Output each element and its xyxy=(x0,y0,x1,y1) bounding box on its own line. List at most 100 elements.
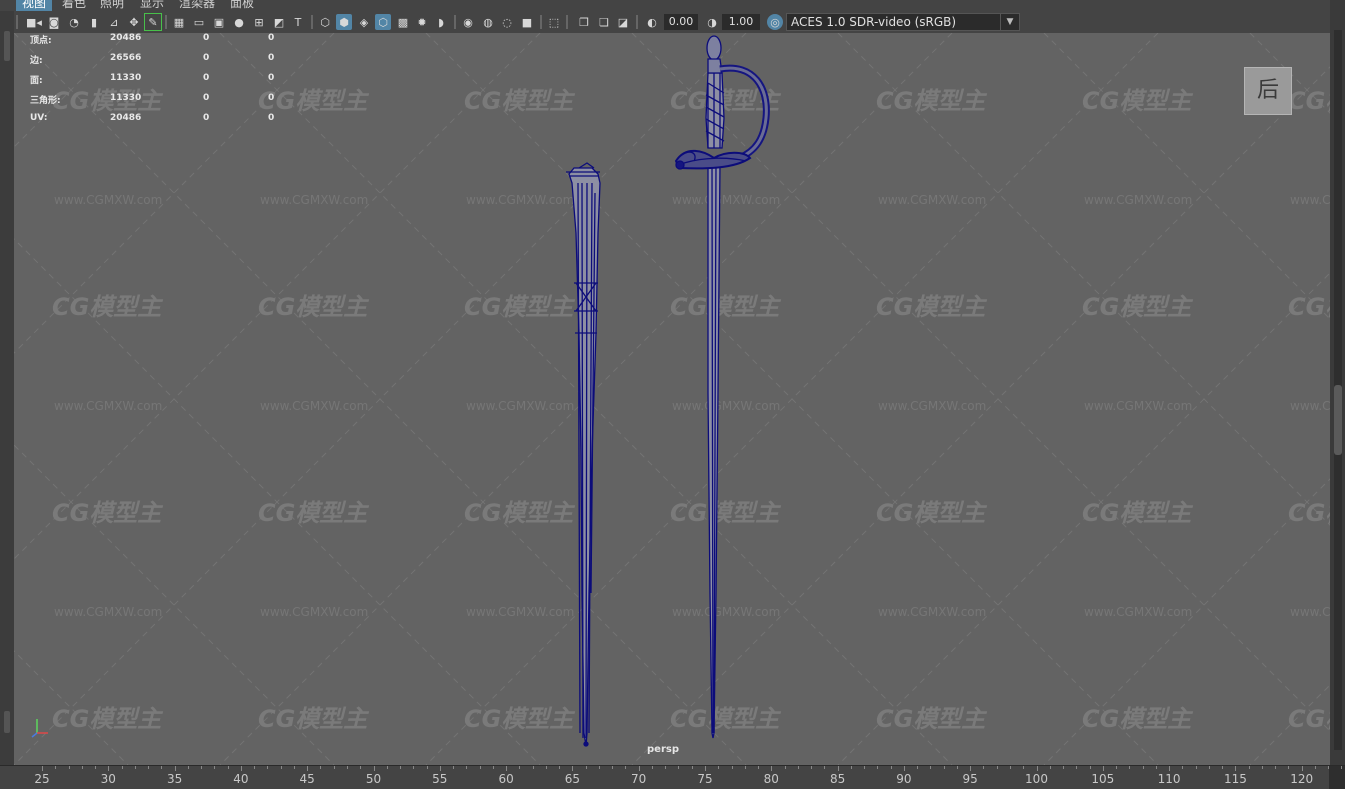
isolate-select-icon[interactable]: ⬚ xyxy=(546,14,562,30)
timeline-tick xyxy=(492,766,494,769)
timeline-frame-label: 25 xyxy=(34,772,50,786)
timeline-tick xyxy=(214,766,216,769)
timeline-tick xyxy=(943,766,945,769)
exposure-field[interactable] xyxy=(664,14,698,30)
timeline-tick xyxy=(797,766,799,769)
timeline-tick xyxy=(174,766,176,771)
timeline-frame-label: 40 xyxy=(233,772,249,786)
menu-view[interactable]: 视图 xyxy=(16,0,53,11)
scrollbar-handle[interactable] xyxy=(1334,385,1342,455)
exposure-icon[interactable]: ◐ xyxy=(644,14,660,30)
motion-blur-icon[interactable]: ◍ xyxy=(480,14,496,30)
textured-icon[interactable]: ▩ xyxy=(395,14,411,30)
grease-pencil-icon[interactable]: ✎ xyxy=(144,13,162,31)
chevron-down-icon[interactable]: ▼ xyxy=(1000,14,1019,30)
hud-label: 顶点: xyxy=(30,36,52,46)
timeline-tick xyxy=(439,766,441,771)
hud-components: 0 xyxy=(268,93,275,103)
menu-shading[interactable]: 着色 xyxy=(56,0,92,11)
select-camera-icon[interactable]: ■◂ xyxy=(26,14,42,30)
timeline-frame-label: 90 xyxy=(896,772,912,786)
timeline-tick xyxy=(1301,766,1303,771)
timeline-frame-label: 75 xyxy=(697,772,713,786)
timeline-tick xyxy=(877,766,879,769)
timeline-tick xyxy=(890,766,892,769)
screen-space-ao-icon[interactable]: ◉ xyxy=(460,14,476,30)
2d-pan-zoom-icon[interactable]: ✥ xyxy=(126,14,142,30)
default-material-icon[interactable]: ◈ xyxy=(356,14,372,30)
gamma-field[interactable] xyxy=(722,14,760,30)
hud-total: 26566 xyxy=(110,53,142,63)
timeline-tick xyxy=(532,766,534,769)
perspective-viewport[interactable]: CG模型主CG模型主CG模型主CG模型主CG模型主CG模型主CG模型主CG模型主… xyxy=(14,33,1330,765)
wireframe-on-shaded-icon[interactable]: ⬡ xyxy=(375,14,391,30)
safe-title-icon[interactable]: T xyxy=(290,14,306,30)
timeline-frame-label: 85 xyxy=(829,772,846,786)
menu-lighting[interactable]: 照明 xyxy=(94,0,130,11)
menu-show[interactable]: 显示 xyxy=(134,0,170,11)
timeline-tick xyxy=(426,766,428,769)
timeline-tick xyxy=(1261,766,1263,769)
lights-icon[interactable]: ✹ xyxy=(414,14,430,30)
menu-panels[interactable]: 面板 xyxy=(224,0,260,11)
timeline-tick xyxy=(718,766,720,769)
smooth-shade-icon[interactable]: ⬢ xyxy=(336,14,352,30)
panel-handle[interactable] xyxy=(4,711,10,733)
toolbar-separator xyxy=(311,15,313,29)
timeline-tick xyxy=(598,766,600,769)
timeline-tick xyxy=(346,766,348,769)
gamma-icon[interactable]: ◑ xyxy=(704,14,720,30)
view-transform-select[interactable]: ACES 1.0 SDR-video (sRGB) ▼ xyxy=(786,13,1020,31)
timeline-frame-label: 80 xyxy=(763,772,779,786)
timeline-tick xyxy=(983,766,985,769)
timeline-tick xyxy=(1023,766,1025,769)
safe-action-icon[interactable]: ◩ xyxy=(271,14,287,30)
camera-attributes-icon[interactable]: ◙ xyxy=(46,14,62,30)
bookmarks-icon[interactable]: ◔ xyxy=(66,14,82,30)
timeline-frame-label: 35 xyxy=(166,772,183,786)
xray-icon[interactable]: ❐ xyxy=(576,14,592,30)
color-management-toggle-icon[interactable]: ◎ xyxy=(767,14,783,30)
wireframe-icon[interactable]: ⬡ xyxy=(317,14,333,30)
timeline-tick xyxy=(1328,766,1330,769)
xray-joints-icon[interactable]: ❏ xyxy=(596,14,612,30)
timeline-tick xyxy=(784,766,786,769)
panel-menu-bar: 视图 着色 照明 显示 渲染器 面板 xyxy=(0,0,1345,11)
timeline-tick xyxy=(824,766,826,769)
resolution-gate-icon[interactable]: ▣ xyxy=(211,14,227,30)
film-gate-icon[interactable]: ▭ xyxy=(191,14,207,30)
sword-wireframe[interactable] xyxy=(674,35,770,739)
hud-components: 0 xyxy=(268,33,275,43)
right-panel-edge xyxy=(1330,0,1345,765)
gate-mask-icon[interactable]: ● xyxy=(231,14,247,30)
depth-of-field-icon[interactable]: ■ xyxy=(519,14,535,30)
wireframe-models[interactable] xyxy=(14,33,1330,765)
grid-icon[interactable]: ▦ xyxy=(171,14,187,30)
menu-renderer[interactable]: 渲染器 xyxy=(173,0,221,11)
hud-components: 0 xyxy=(268,113,275,123)
scabbard-wireframe[interactable] xyxy=(566,162,601,747)
time-slider[interactable]: 25 30 35 40 45 50 55 60 65 70 75 80 85 90 95 100 105 110 1… xyxy=(0,765,1345,789)
timeline-tick xyxy=(612,766,614,769)
timeline-tick xyxy=(1182,766,1184,769)
timeline-frame-label: 100 xyxy=(1025,772,1048,786)
shadows-icon[interactable]: ◗ xyxy=(433,14,449,30)
toolbar-separator xyxy=(16,15,18,29)
timeline-tick xyxy=(1036,766,1038,771)
timeline-tick xyxy=(240,766,242,771)
timeline-frame-label: 115 xyxy=(1223,772,1247,786)
timeline-tick xyxy=(373,766,375,771)
image-plane-icon[interactable]: ⊿ xyxy=(106,14,122,30)
timeline-tick xyxy=(1275,766,1277,769)
field-chart-icon[interactable]: ⊞ xyxy=(251,14,267,30)
timeline-tick xyxy=(956,766,958,769)
xray-active-components-icon[interactable]: ◪ xyxy=(615,14,631,30)
timeline-tick xyxy=(651,766,653,769)
panel-handle[interactable] xyxy=(4,31,10,61)
timeline-tick xyxy=(545,766,547,769)
timeline-tick xyxy=(705,766,706,771)
timeline-tick xyxy=(930,766,932,769)
anti-aliasing-icon[interactable]: ◌ xyxy=(499,14,515,30)
bookmark-icon[interactable]: ▮ xyxy=(86,14,102,30)
view-cube[interactable]: 后 xyxy=(1244,67,1292,115)
